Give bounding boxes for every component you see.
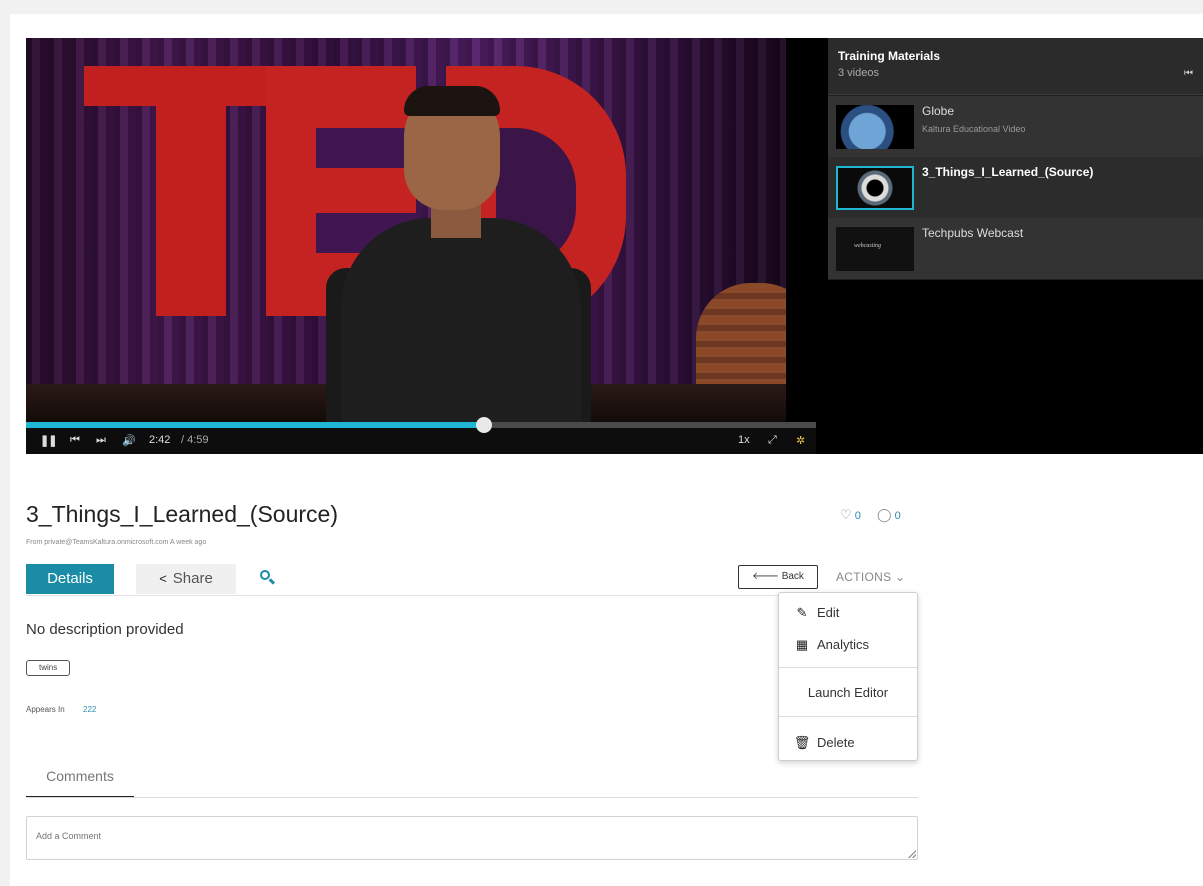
playlist-header: Training Materials 3 videos ⏮ xyxy=(828,38,1203,95)
chevron-down-icon: ⌄ xyxy=(895,570,906,584)
search-icon[interactable] xyxy=(258,568,278,588)
ted-logo-e-gap xyxy=(316,128,416,168)
tab-details[interactable]: Details xyxy=(26,564,114,594)
playlist-item[interactable]: Globe Kaltura Educational Video xyxy=(828,96,1203,157)
comment-count: 0 xyxy=(894,510,901,522)
media-page: ❚❚ ⏮ ⏭ 🔊 2:42 / 4:59 1x ⤢ ✲ Training Mat… xyxy=(10,14,1203,886)
playback-speed-button[interactable]: 1x xyxy=(738,434,750,446)
tab-share[interactable]: < Share xyxy=(136,564,236,594)
kaltura-logo-icon[interactable]: ✲ xyxy=(796,434,805,447)
ring-thumbnail xyxy=(836,166,914,210)
share-icon: < xyxy=(159,571,167,586)
total-time: / 4:59 xyxy=(181,434,209,446)
menu-item-label: Edit xyxy=(817,605,840,620)
speaker-body xyxy=(341,218,581,428)
progress-scrubber[interactable] xyxy=(476,417,493,433)
ted-logo-t-stem xyxy=(156,66,226,316)
playlist-item-description: Kaltura Educational Video xyxy=(922,124,1026,134)
actions-dropdown[interactable]: ACTIONS ⌄ xyxy=(836,570,905,584)
current-time: 2:42 xyxy=(149,434,171,446)
menu-item-delete[interactable]: 🗑 Delete xyxy=(793,735,931,751)
video-frame[interactable] xyxy=(26,38,786,454)
playlist-item[interactable]: webcasting Techpubs Webcast xyxy=(828,218,1203,279)
back-button-label: Back xyxy=(781,571,804,582)
fullscreen-icon[interactable]: ⤢ xyxy=(768,434,777,447)
bar-chart-icon: ▦ xyxy=(795,637,809,652)
like-count: 0 xyxy=(854,510,861,522)
appears-in-label: Appears In xyxy=(26,705,65,714)
webcast-thumbnail: webcasting xyxy=(836,227,914,271)
comments-divider xyxy=(26,797,918,798)
menu-item-edit[interactable]: ✎ Edit xyxy=(793,605,931,621)
pause-icon[interactable]: ❚❚ xyxy=(40,434,57,447)
tab-share-label: Share xyxy=(172,570,213,587)
playlist-item-name: Globe xyxy=(922,104,955,118)
thumbnail-caption: webcasting xyxy=(854,243,881,249)
entry-description: No description provided xyxy=(26,621,184,638)
resize-handle-icon[interactable] xyxy=(908,850,916,858)
skip-forward-icon[interactable]: ⏭ xyxy=(96,434,106,447)
entry-stats: ♡ 0 ◯ 0 xyxy=(840,507,901,523)
tab-comments[interactable]: Comments xyxy=(26,768,134,798)
globe-thumbnail xyxy=(836,105,914,149)
appears-in-link[interactable]: 222 xyxy=(83,705,96,714)
speaker-hair xyxy=(404,86,500,116)
player-controls: ❚❚ ⏮ ⏭ 🔊 2:42 / 4:59 1x ⤢ ✲ xyxy=(26,417,816,454)
pencil-icon: ✎ xyxy=(796,605,808,620)
heart-icon[interactable]: ♡ xyxy=(840,507,852,522)
entry-owner-and-date: From private@TeamsKaltura.onmicrosoft.co… xyxy=(26,539,207,546)
playlist-panel: Training Materials 3 videos ⏮ Globe Kalt… xyxy=(828,38,1203,280)
menu-item-launch-editor[interactable]: Launch Editor xyxy=(779,685,917,700)
menu-divider xyxy=(779,716,917,717)
playlist-item-active[interactable]: 3_Things_I_Learned_(Source) xyxy=(828,157,1203,218)
back-button[interactable]: 🡐 Back xyxy=(738,565,818,589)
menu-item-analytics[interactable]: ▦ Analytics xyxy=(793,637,931,653)
menu-divider xyxy=(779,667,917,668)
arrow-left-icon: 🡐 xyxy=(752,571,782,582)
actions-dropdown-label: ACTIONS xyxy=(836,570,892,584)
video-player[interactable]: ❚❚ ⏮ ⏭ 🔊 2:42 / 4:59 1x ⤢ ✲ Training Mat… xyxy=(26,38,1203,454)
entry-title: 3_Things_I_Learned_(Source) xyxy=(26,501,338,527)
progress-bar[interactable] xyxy=(26,417,816,433)
skip-back-icon[interactable]: ⏮ xyxy=(70,434,80,447)
playlist-title: Training Materials xyxy=(838,49,941,63)
actions-menu: ✎ Edit ▦ Analytics Launch Editor 🗑 Delete xyxy=(778,592,918,761)
volume-icon[interactable]: 🔊 xyxy=(122,434,136,447)
playlist-count: 3 videos xyxy=(838,67,879,79)
menu-item-label: Analytics xyxy=(817,637,870,652)
comment-input[interactable] xyxy=(26,816,918,860)
comment-bubble-icon[interactable]: ◯ xyxy=(877,507,892,522)
progress-fill xyxy=(26,422,485,428)
menu-item-label: Delete xyxy=(817,735,855,750)
playlist-previous-icon[interactable]: ⏮ xyxy=(1184,68,1193,79)
playlist-item-name: 3_Things_I_Learned_(Source) xyxy=(922,165,1094,179)
trash-icon: 🗑 xyxy=(793,735,811,750)
clipped-page-heading xyxy=(40,0,680,10)
tag[interactable]: twins xyxy=(26,660,71,676)
playlist-item-name: Techpubs Webcast xyxy=(922,226,1024,240)
